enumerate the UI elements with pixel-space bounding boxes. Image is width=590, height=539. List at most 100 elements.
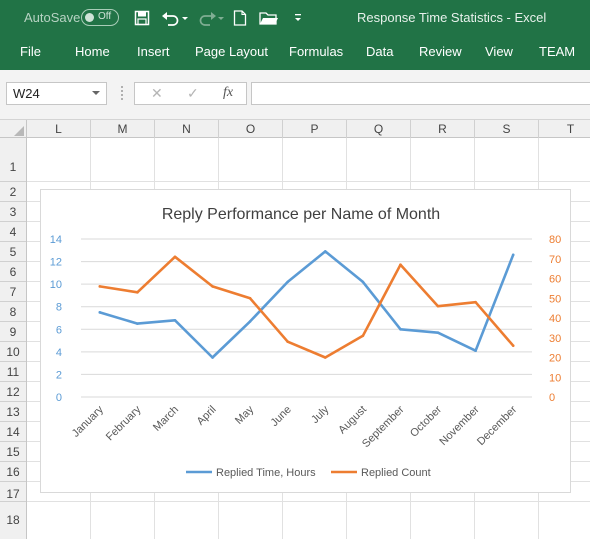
- undo-icon: [162, 12, 188, 26]
- row-header-16[interactable]: 16: [0, 462, 26, 482]
- formula-input[interactable]: [251, 82, 590, 105]
- column-header-o[interactable]: O: [219, 120, 283, 138]
- data-point: [173, 318, 177, 322]
- toggle-knob: [85, 13, 94, 22]
- row-header-12[interactable]: 12: [0, 382, 26, 402]
- chart-area[interactable]: Reply Performance per Name of Month 0 2 4 6…: [40, 189, 571, 493]
- name-box-value: W24: [13, 86, 40, 101]
- chevron-down-icon[interactable]: [92, 91, 100, 95]
- enter-icon[interactable]: ✓: [187, 85, 199, 102]
- autosave-label: AutoSave: [24, 10, 81, 25]
- column-header-r[interactable]: R: [411, 120, 475, 138]
- y-axis-right: 0 10 20 30 40 50 60 70 80: [549, 234, 561, 404]
- line-chart: Reply Performance per Name of Month 0 2 4 6…: [50, 206, 562, 479]
- y-right-tick-label: 0: [549, 392, 555, 404]
- column-header-q[interactable]: Q: [347, 120, 411, 138]
- row-header-15[interactable]: 15: [0, 442, 26, 462]
- column-header-m[interactable]: M: [91, 120, 155, 138]
- data-point: [399, 327, 402, 331]
- row-header-7[interactable]: 7: [0, 282, 26, 302]
- y-left-tick-label: 4: [56, 347, 62, 359]
- gridline: [27, 181, 590, 182]
- data-point: [248, 296, 252, 300]
- data-point: [361, 280, 365, 284]
- x-tick-label: May: [233, 403, 257, 427]
- y-right-tick-label: 80: [549, 234, 561, 246]
- redo-icon: [199, 12, 224, 26]
- tab-review[interactable]: Review: [419, 44, 462, 59]
- y-left-tick-label: 6: [56, 324, 62, 336]
- x-tick-label: February: [104, 403, 144, 443]
- x-tick-label: January: [70, 403, 107, 440]
- row-header-6[interactable]: 6: [0, 262, 26, 282]
- new-file-icon: [233, 10, 247, 26]
- ribbon-tabs: File Home Insert Page Layout Formulas Da…: [0, 36, 590, 70]
- y-right-tick-label: 20: [549, 353, 561, 365]
- row-header-14[interactable]: 14: [0, 422, 26, 442]
- chart-gridlines: [81, 238, 532, 398]
- x-tick-label: November: [437, 403, 482, 448]
- tab-home[interactable]: Home: [75, 44, 110, 59]
- autosave-toggle[interactable]: Off: [81, 9, 119, 26]
- tab-page-layout[interactable]: Page Layout: [195, 44, 268, 59]
- row-header-10[interactable]: 10: [0, 342, 26, 362]
- x-tick-label: December: [475, 403, 520, 448]
- save-button[interactable]: [132, 8, 152, 28]
- row-header-17[interactable]: 17: [0, 482, 26, 502]
- undo-button[interactable]: [160, 8, 190, 28]
- tab-file[interactable]: File: [20, 44, 41, 59]
- select-all-button[interactable]: [0, 120, 27, 138]
- data-point: [286, 280, 290, 284]
- data-point: [511, 344, 515, 347]
- save-icon: [134, 10, 150, 26]
- y-left-tick-label: 8: [56, 302, 62, 314]
- name-box[interactable]: W24: [6, 82, 107, 105]
- tab-formulas[interactable]: Formulas: [289, 44, 343, 59]
- data-point: [136, 322, 139, 325]
- tab-team[interactable]: TEAM: [539, 44, 575, 59]
- row-header-1[interactable]: 1: [0, 138, 26, 182]
- data-point: [323, 250, 327, 253]
- formula-bar: W24 ✕ ✓ fx: [0, 70, 590, 120]
- select-all-icon: [14, 126, 24, 136]
- data-point: [474, 349, 477, 353]
- row-header-11[interactable]: 11: [0, 362, 26, 382]
- cancel-icon[interactable]: ✕: [151, 85, 163, 102]
- open-file-button[interactable]: [258, 8, 280, 28]
- row-headers: 1 2 3 4 5 6 7 8 9 10 11 12 13 14 15 16 1…: [0, 138, 27, 539]
- row-header-3[interactable]: 3: [0, 202, 26, 222]
- data-point: [436, 304, 440, 308]
- y-right-tick-label: 70: [549, 254, 561, 266]
- redo-button[interactable]: [196, 8, 226, 28]
- column-header-t[interactable]: T: [539, 120, 590, 138]
- new-file-button[interactable]: [232, 8, 248, 28]
- column-header-p[interactable]: P: [283, 120, 347, 138]
- data-point: [323, 356, 327, 359]
- x-tick-label: June: [268, 404, 293, 429]
- row-header-2[interactable]: 2: [0, 182, 26, 202]
- row-header-13[interactable]: 13: [0, 402, 26, 422]
- y-right-tick-label: 10: [549, 372, 561, 384]
- x-tick-label: April: [195, 404, 219, 428]
- chart-legend: Replied Time, Hours Replied Count: [186, 467, 431, 479]
- formula-bar-grip[interactable]: [121, 86, 123, 100]
- column-headers: L M N O P Q R S T: [0, 120, 590, 138]
- column-header-l[interactable]: L: [27, 120, 91, 138]
- row-header-4[interactable]: 4: [0, 222, 26, 242]
- insert-function-icon[interactable]: fx: [223, 85, 233, 101]
- data-point: [511, 253, 515, 257]
- tab-view[interactable]: View: [485, 44, 513, 59]
- tab-insert[interactable]: Insert: [137, 44, 170, 59]
- y-right-tick-label: 30: [549, 333, 561, 345]
- row-header-9[interactable]: 9: [0, 322, 26, 342]
- row-header-8[interactable]: 8: [0, 302, 26, 322]
- column-header-s[interactable]: S: [475, 120, 539, 138]
- row-header-5[interactable]: 5: [0, 242, 26, 262]
- data-point: [361, 334, 365, 338]
- customize-toolbar-button[interactable]: [290, 8, 306, 28]
- column-header-n[interactable]: N: [155, 120, 219, 138]
- tab-data[interactable]: Data: [366, 44, 393, 59]
- data-point: [136, 291, 139, 294]
- data-point: [286, 340, 290, 343]
- row-header-18[interactable]: 18: [0, 502, 26, 539]
